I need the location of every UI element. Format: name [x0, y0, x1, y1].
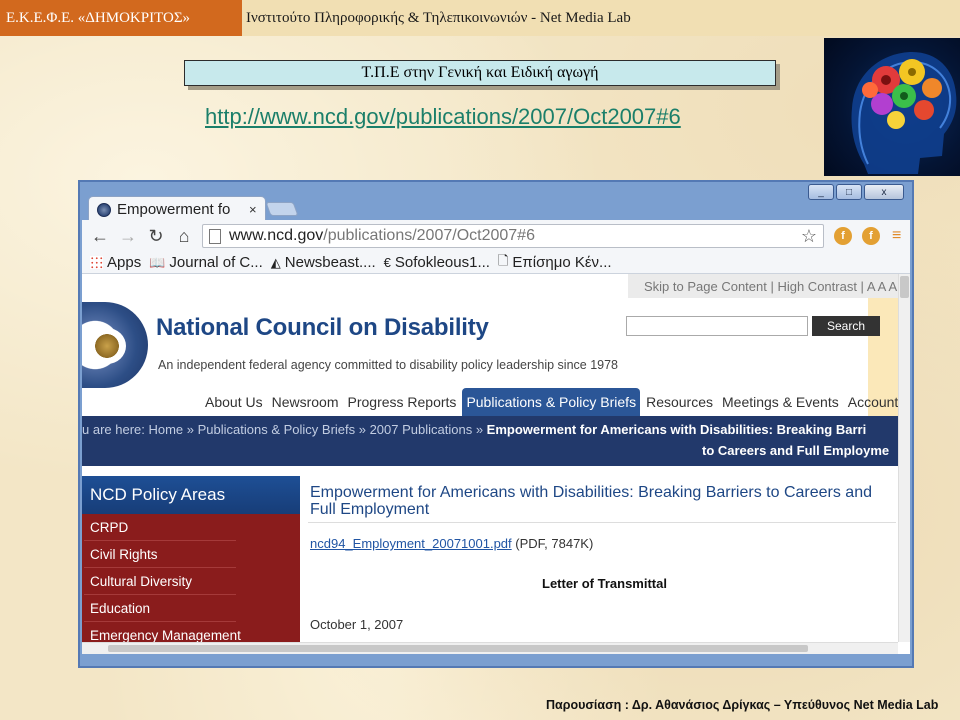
bookmark-sofokleous[interactable]: € Sofokleous1... — [384, 254, 490, 271]
main-navigation: About Us Newsroom Progress Reports Publi… — [202, 388, 910, 416]
bookmark-label: Journal of C... — [169, 254, 263, 271]
hscroll-thumb[interactable] — [108, 645, 808, 652]
bookmark-label: Apps — [107, 254, 142, 271]
reload-icon[interactable]: ↻ — [146, 226, 166, 247]
breadcrumb-line: u are here: Home » Publications & Policy… — [82, 422, 866, 437]
nav-meetings[interactable]: Meetings & Events — [719, 394, 842, 416]
nav-publications[interactable]: Publications & Policy Briefs — [462, 388, 641, 416]
home-icon[interactable]: ⌂ — [174, 226, 194, 247]
policy-item-crpd[interactable]: CRPD — [84, 514, 236, 541]
slide-url-link[interactable]: http://www.ncd.gov/publications/2007/Oct… — [205, 104, 681, 130]
org-tagline: An independent federal agency committed … — [158, 358, 619, 372]
brain-gears-graphic — [851, 51, 957, 174]
breadcrumb-path[interactable]: u are here: Home » Publications & Policy… — [82, 422, 487, 437]
nav-resources[interactable]: Resources — [643, 394, 716, 416]
policy-areas-panel: NCD Policy Areas CRPD Civil Rights Cultu… — [82, 476, 300, 649]
bookmark-star-icon[interactable]: ☆ — [801, 226, 817, 247]
bookmark-official[interactable]: 🗋 Επίσημο Κέν... — [498, 252, 612, 274]
extension-f-icon[interactable]: f — [834, 227, 852, 245]
minimize-button[interactable]: _ — [808, 184, 834, 200]
browser-tab[interactable]: Empowerment fo × — [88, 196, 266, 222]
forward-arrow-icon[interactable]: → — [118, 226, 138, 247]
utility-links[interactable]: Skip to Page Content | High Contrast | A… — [628, 274, 898, 298]
web-page: Skip to Page Content | High Contrast | A… — [82, 274, 910, 654]
address-path: /publications/2007/Oct2007#6 — [323, 227, 535, 244]
bookmark-label: Επίσημο Κέν... — [512, 254, 612, 271]
article-title: Empowerment for Americans with Disabilit… — [310, 484, 872, 518]
maximize-button[interactable]: □ — [836, 184, 862, 200]
breadcrumb-current: Empowerment for Americans with Disabilit… — [486, 422, 867, 437]
policy-item-cultural-diversity[interactable]: Cultural Diversity — [84, 568, 236, 595]
ncd-favicon-icon — [97, 202, 111, 217]
bookmarks-bar: Apps 📖 Journal of C... ◭ Newsbeast.... €… — [82, 252, 910, 274]
window-controls: _ □ x — [808, 184, 904, 200]
ncd-seal-logo — [82, 302, 148, 388]
nav-progress-reports[interactable]: Progress Reports — [345, 394, 460, 416]
pdf-line: ncd94_Employment_20071001.pdf (PDF, 7847… — [310, 536, 593, 551]
slide-title: Τ.Π.Ε στην Γενική και Ειδική αγωγή — [184, 60, 776, 86]
policy-item-education[interactable]: Education — [84, 595, 236, 622]
apps-icon — [90, 256, 103, 269]
breadcrumb: u are here: Home » Publications & Policy… — [82, 416, 898, 466]
scroll-thumb[interactable] — [900, 276, 909, 298]
horizontal-scrollbar[interactable] — [82, 642, 898, 654]
brain-gears-image — [824, 38, 960, 176]
org-name[interactable]: National Council on Disability — [156, 314, 489, 342]
extension-f2-icon[interactable]: f — [862, 227, 880, 245]
vertical-scrollbar[interactable] — [898, 274, 910, 642]
menu-hamburger-icon[interactable]: ≡ — [892, 227, 901, 245]
search-button[interactable]: Search — [812, 316, 880, 336]
pdf-meta: (PDF, 7847K) — [511, 536, 594, 551]
nav-newsroom[interactable]: Newsroom — [269, 394, 342, 416]
tab-close-icon[interactable]: × — [249, 202, 257, 217]
back-arrow-icon[interactable]: ← — [90, 226, 110, 247]
letter-date: October 1, 2007 — [310, 617, 404, 632]
nav-about-us[interactable]: About Us — [202, 394, 266, 416]
address-host: www.ncd.gov — [229, 227, 324, 244]
footer-credit: Παρουσίαση : Δρ. Αθανάσιος Δρίγκας – Υπε… — [546, 698, 939, 712]
bookmark-newsbeast[interactable]: ◭ Newsbeast.... — [271, 254, 376, 271]
divider — [308, 522, 896, 523]
browser-window: _ □ x Empowerment fo × ← → ↻ ⌂ www.ncd.g… — [78, 180, 914, 668]
book-icon: 📖 — [149, 254, 166, 270]
pdf-download-link[interactable]: ncd94_Employment_20071001.pdf — [310, 536, 512, 551]
breadcrumb-current-cont: to Careers and Full Employme — [702, 443, 890, 458]
bookmark-journal[interactable]: 📖 Journal of C... — [149, 254, 263, 271]
policy-areas-title: NCD Policy Areas — [82, 476, 300, 514]
address-bar[interactable]: www.ncd.gov /publications/2007/Oct2007#6… — [202, 224, 824, 248]
search-input[interactable] — [626, 316, 808, 336]
close-window-button[interactable]: x — [864, 184, 904, 200]
letter-heading: Letter of Transmittal — [542, 576, 667, 591]
header-institution: Ε.Κ.Ε.Φ.Ε. «ΔΗΜΟΚΡΙΤΟΣ» — [0, 0, 242, 36]
bookmark-apps[interactable]: Apps — [90, 254, 141, 271]
tab-title: Empowerment fo — [117, 201, 231, 218]
header-lab: Ινστιτούτο Πληροφορικής & Τηλεπικοινωνιώ… — [242, 0, 960, 36]
eagle-emblem-icon — [88, 328, 126, 364]
euro-icon: € — [383, 255, 391, 270]
newsbeast-icon: ◭ — [270, 254, 281, 270]
browser-toolbar: ← → ↻ ⌂ www.ncd.gov /publications/2007/O… — [82, 220, 910, 252]
page-icon: 🗋 — [497, 252, 509, 268]
policy-item-civil-rights[interactable]: Civil Rights — [84, 541, 236, 568]
page-icon — [209, 228, 221, 244]
slide-header: Ε.Κ.Ε.Φ.Ε. «ΔΗΜΟΚΡΙΤΟΣ» Ινστιτούτο Πληρο… — [0, 0, 960, 36]
new-tab-button[interactable] — [265, 202, 299, 216]
bookmark-label: Newsbeast.... — [284, 254, 376, 271]
bookmark-label: Sofokleous1... — [394, 254, 490, 271]
